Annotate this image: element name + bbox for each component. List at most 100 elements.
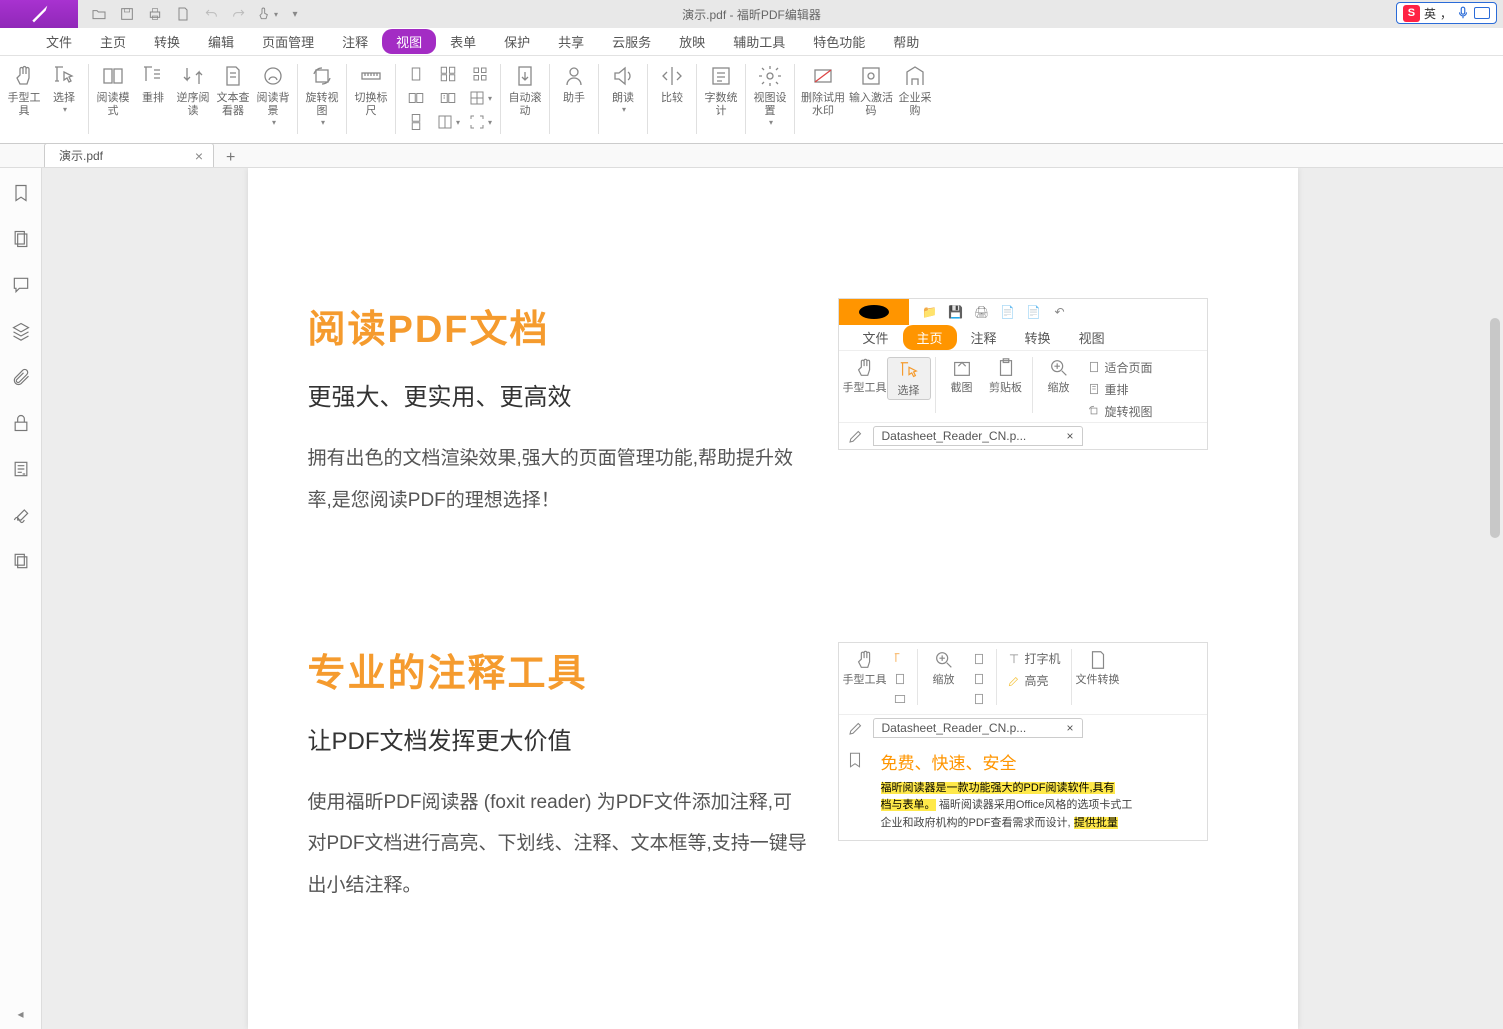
save-button[interactable] <box>114 2 140 26</box>
main-area: ◂ 阅读PDF文档 更强大、更实用、更高效 拥有出色的文档渲染效果,强大的页面管… <box>0 168 1503 1029</box>
sidebar-comments-button[interactable] <box>10 274 32 296</box>
sidebar-attachments-button[interactable] <box>10 366 32 388</box>
menu-form[interactable]: 表单 <box>436 28 490 55</box>
mock2-text-2: 企业和政府机构的PDF查看需求而设计, <box>881 817 1071 829</box>
sidebar-layers-button[interactable] <box>10 320 32 342</box>
continuous-button[interactable] <box>402 110 430 134</box>
mock-menu-view: 视图 <box>1065 325 1119 350</box>
redo-button[interactable] <box>226 2 252 26</box>
assistant-button[interactable]: 助手 <box>554 62 594 105</box>
cont-facing-button[interactable] <box>434 62 462 86</box>
read-background-button[interactable]: 阅读背景▾ <box>253 62 293 127</box>
document-tab[interactable]: 演示.pdf × <box>44 143 214 167</box>
menu-present[interactable]: 放映 <box>665 28 719 55</box>
text-viewer-button[interactable]: 文本查看器 <box>213 62 253 118</box>
menu-convert[interactable]: 转换 <box>140 28 194 55</box>
mock2-highlight-2: 档与表单。 <box>881 799 936 811</box>
ribbon: 手型工具 选择▾ 阅读模式 重排 逆序阅读 文本查看器 阅读背景▾ 旋转视图▾ … <box>0 56 1503 144</box>
menu-special[interactable]: 特色功能 <box>799 28 879 55</box>
mock-menu-home: 主页 <box>903 325 957 350</box>
touch-mode-button[interactable]: ▾ <box>254 2 280 26</box>
mock2-highlight-1: 福昕阅读器是一款功能强大的PDF阅读软件,具有 <box>881 782 1115 794</box>
mock-clipboard: 剪贴板 <box>984 357 1028 394</box>
cover-page-button[interactable] <box>434 86 462 110</box>
sidebar-collapse-button[interactable]: ◂ <box>17 1007 23 1021</box>
read-aloud-button[interactable]: 朗读▾ <box>603 62 643 114</box>
menu-bar: 文件 主页 转换 编辑 页面管理 注释 视图 表单 保护 共享 云服务 放映 辅… <box>0 28 1503 56</box>
facing-button[interactable] <box>402 86 430 110</box>
read-mode-button[interactable]: 阅读模式 <box>93 62 133 118</box>
menu-edit[interactable]: 编辑 <box>194 28 248 55</box>
sidebar-pages-button[interactable] <box>10 228 32 250</box>
ime-indicator[interactable]: S 英 ， <box>1396 2 1497 24</box>
single-page-button[interactable] <box>402 62 430 86</box>
mock-page-icon: 📄 <box>999 305 1017 319</box>
sidebar-security-button[interactable] <box>10 412 32 434</box>
print-button[interactable] <box>142 2 168 26</box>
mock-pencil-icon <box>847 427 865 445</box>
mock-select-tool: 选择 <box>887 357 931 400</box>
ruler-toggle-button[interactable]: 切换标尺 <box>351 62 391 118</box>
sidebar-form-button[interactable] <box>10 458 32 480</box>
mock2-zoom: 缩放 <box>922 649 966 708</box>
mock2-fit3-small <box>972 690 986 708</box>
blank-page-button[interactable] <box>170 2 196 26</box>
page-canvas[interactable]: 阅读PDF文档 更强大、更实用、更高效 拥有出色的文档渲染效果,强大的页面管理功… <box>42 168 1503 1029</box>
app-logo-container[interactable] <box>0 0 78 28</box>
enter-activation-button[interactable]: 输入激活码 <box>847 62 895 118</box>
qat-customize-button[interactable]: ▾ <box>282 2 308 26</box>
split-view-button[interactable]: ▾ <box>434 110 462 134</box>
open-button[interactable] <box>86 2 112 26</box>
menu-cloud[interactable]: 云服务 <box>598 28 665 55</box>
remove-trial-watermark-button[interactable]: 删除试用水印 <box>799 62 847 118</box>
content-section-2: 专业的注释工具 让PDF文档发挥更大价值 使用福昕PDF阅读器 (foxit r… <box>308 642 1238 907</box>
menu-help[interactable]: 帮助 <box>879 28 933 55</box>
menu-protect[interactable]: 保护 <box>490 28 544 55</box>
menu-share[interactable]: 共享 <box>544 28 598 55</box>
rotate-view-button[interactable]: 旋转视图▾ <box>302 62 342 127</box>
select-tool-button[interactable]: 选择▾ <box>44 62 84 114</box>
menu-file[interactable]: 文件 <box>32 28 86 55</box>
mock2-pencil-icon <box>847 719 865 737</box>
mock2-content-heading: 免费、快速、安全 <box>881 749 1133 774</box>
section-1-subtitle: 更强大、更实用、更高效 <box>308 377 808 412</box>
tile-button[interactable]: ▾ <box>466 86 494 110</box>
mock2-fit-small <box>972 651 986 669</box>
reverse-read-button[interactable]: 逆序阅读 <box>173 62 213 118</box>
hand-tool-button[interactable]: 手型工具 <box>4 62 44 118</box>
sidebar-signature-button[interactable] <box>10 504 32 526</box>
scrollbar-thumb[interactable] <box>1490 318 1500 538</box>
undo-button[interactable] <box>198 2 224 26</box>
mock2-fit2-small <box>972 670 986 688</box>
close-tab-icon[interactable]: × <box>195 148 203 164</box>
add-tab-button[interactable]: + <box>214 149 247 167</box>
thumbnail-button[interactable] <box>466 62 494 86</box>
section-2-subtitle: 让PDF文档发挥更大价值 <box>308 721 808 756</box>
compare-button[interactable]: 比较 <box>652 62 692 105</box>
sidebar-bookmark-button[interactable] <box>10 182 32 204</box>
mock2-clipboard-small <box>893 670 907 688</box>
layout-small-group <box>400 62 432 134</box>
content-section-1: 阅读PDF文档 更强大、更实用、更高效 拥有出色的文档渲染效果,强大的页面管理功… <box>308 298 1238 522</box>
auto-scroll-button[interactable]: 自动滚动 <box>505 62 545 118</box>
fit-button[interactable]: ▾ <box>466 110 494 134</box>
mock-menu-file: 文件 <box>849 325 903 350</box>
mock-logo <box>839 299 909 325</box>
section-1-title: 阅读PDF文档 <box>308 298 808 353</box>
enterprise-button[interactable]: 企业采购 <box>895 62 935 118</box>
word-count-button[interactable]: 字数统计 <box>701 62 741 118</box>
menu-annotate[interactable]: 注释 <box>328 28 382 55</box>
rearrange-button[interactable]: 重排 <box>133 62 173 105</box>
embedded-reader-screenshot-2: 手型工具 缩放 <box>838 642 1208 842</box>
mock-doc-tab: Datasheet_Reader_CN.p...× <box>873 426 1083 446</box>
view-settings-button[interactable]: 视图设置▾ <box>750 62 790 127</box>
menu-assist[interactable]: 辅助工具 <box>719 28 799 55</box>
ime-lang-label: 英 <box>1424 5 1436 22</box>
vertical-scrollbar[interactable] <box>1489 168 1501 1029</box>
layout-small-group-2: ▾ <box>432 62 464 134</box>
sidebar-stamp-button[interactable] <box>10 550 32 572</box>
mock-rearrange: 重排 <box>1087 379 1153 399</box>
menu-view[interactable]: 视图 <box>382 29 436 54</box>
menu-home[interactable]: 主页 <box>86 28 140 55</box>
menu-page-manage[interactable]: 页面管理 <box>248 28 328 55</box>
